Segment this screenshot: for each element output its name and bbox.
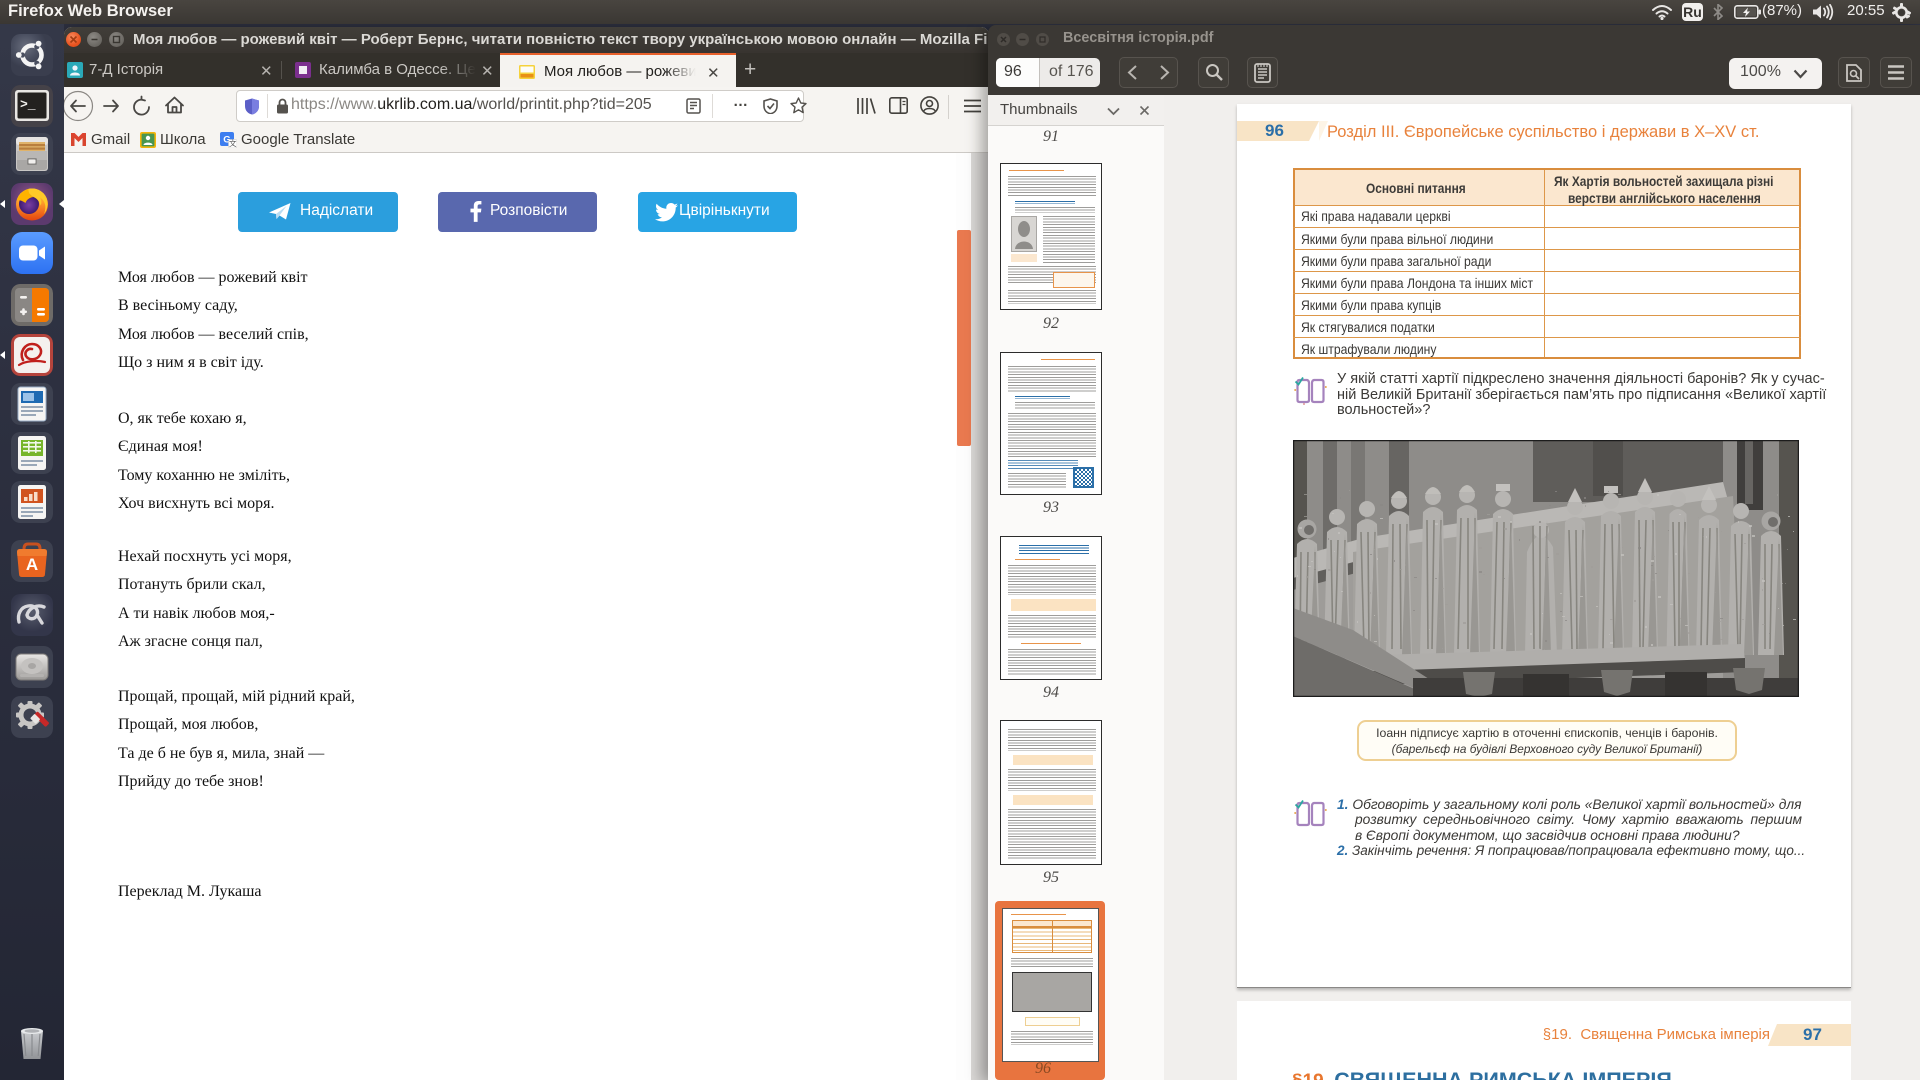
svg-text:A: A bbox=[26, 555, 38, 574]
svg-text:>_: >_ bbox=[20, 97, 36, 112]
svg-text:文: 文 bbox=[229, 138, 237, 148]
